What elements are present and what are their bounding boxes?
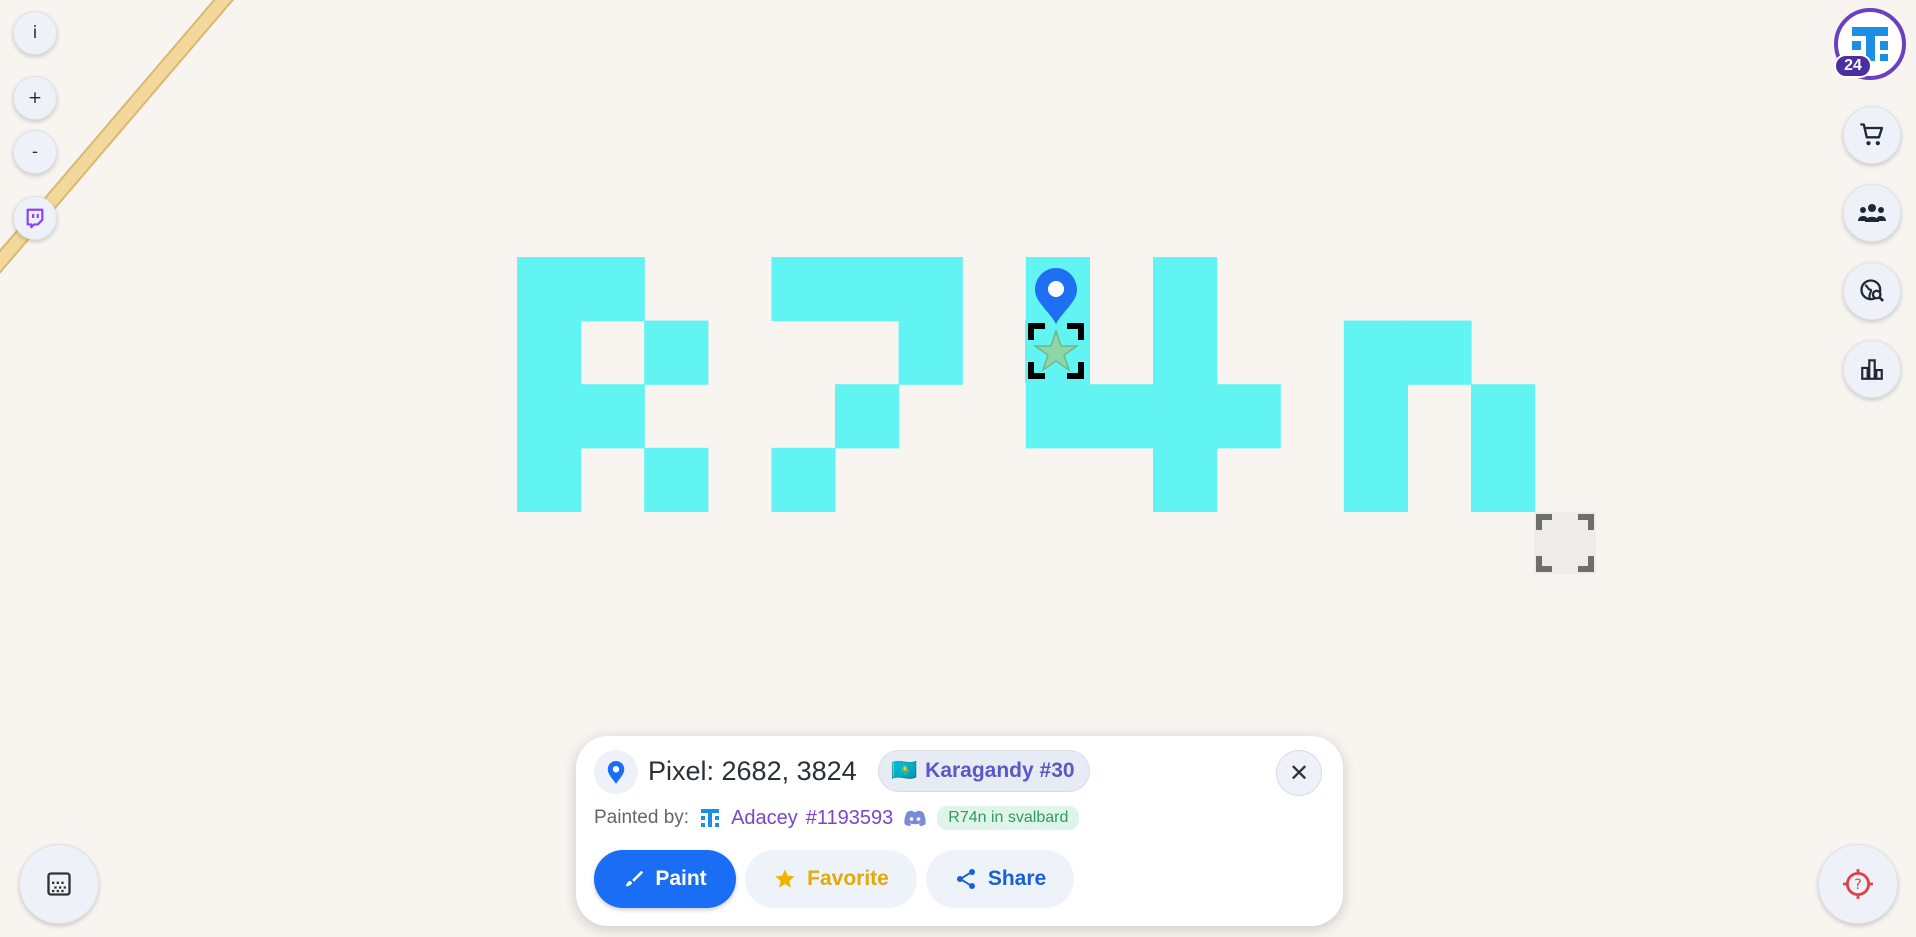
close-icon: ✕ [1288,759,1310,787]
painted-pixel [835,257,900,322]
painter-name[interactable]: Adacey [731,807,798,830]
painted-pixel [1471,384,1536,449]
templates-button[interactable] [19,844,99,924]
painted-pixel [1343,320,1408,385]
painted-pixel [517,447,582,512]
painted-pixel [517,320,582,385]
map-pin-icon [607,761,625,784]
bar-chart-icon [1861,359,1883,380]
painted-pixel [644,447,709,512]
level-badge: 24 [1834,54,1872,78]
painted-pixel [1153,447,1218,512]
favorite-button[interactable]: Favorite [745,850,917,908]
close-button[interactable]: ✕ [1276,750,1322,796]
group-icon [1858,204,1886,222]
painted-pixel [1089,384,1154,449]
alliance-button[interactable] [1843,184,1901,242]
painted-pixel [1216,384,1281,449]
painted-pixel [1471,447,1536,512]
selected-pixel-marker [1025,320,1088,383]
painter-id: #1193593 [805,806,894,829]
cart-icon [1860,123,1884,146]
discord-icon [904,810,926,826]
region-badge[interactable]: 🇰🇿 Karagandy #30 [878,750,1090,792]
zoom-out-label: - [31,142,39,162]
painted-pixel [1343,384,1408,449]
painted-pixel [1407,320,1472,385]
template-icon [47,872,71,896]
painted-pixel [1153,320,1218,385]
painted-pixel [771,447,836,512]
painted-by-row: Painted by: Adacey #1193593 R74n in sval… [594,803,1080,833]
brush-icon [626,870,644,887]
painted-pixel [517,384,582,449]
svg-text:?: ? [1854,877,1862,893]
painted-pixel [644,320,709,385]
painted-by-label: Painted by: [594,807,690,828]
paint-label: Paint [655,867,707,890]
painted-pixel [1153,384,1218,449]
painted-pixel [1343,447,1408,512]
share-icon [956,869,975,889]
share-label: Share [987,867,1047,890]
favorite-label: Favorite [807,867,889,890]
pixel-artwork [517,257,1536,512]
user-pixel-icon [701,809,720,827]
pixel-location-button[interactable] [594,750,638,794]
locate-button[interactable]: ? [1818,844,1898,924]
alliance-tag: R74n in svalbard [937,806,1080,830]
info-label: i [32,23,38,43]
paint-button[interactable]: Paint [594,850,736,908]
zoom-in-button[interactable]: + [13,76,57,120]
hover-cursor [1534,512,1596,574]
painted-pixel [898,320,963,385]
region-flag-icon: 🇰🇿 [891,759,918,782]
twitch-button[interactable] [13,196,57,240]
pixel-info-panel: Pixel: 2682, 3824 🇰🇿 Karagandy #30 ✕ Pai… [576,736,1343,926]
explore-button[interactable] [1843,262,1901,320]
painted-pixel [1153,257,1218,322]
region-label: Karagandy #30 [925,759,1075,782]
zoom-out-button[interactable]: - [13,130,57,174]
painted-pixel [835,384,900,449]
painted-pixel [1025,384,1090,449]
globe-search-icon [1860,279,1884,302]
share-button[interactable]: Share [926,850,1074,908]
painted-pixel [771,257,836,322]
crosshair-icon: ? [1843,869,1873,899]
twitch-icon [26,208,44,229]
painted-pixel [580,257,645,322]
painted-pixel [580,384,645,449]
painted-pixel [898,257,963,322]
leaderboard-button[interactable] [1843,340,1901,398]
store-button[interactable] [1843,106,1901,164]
painted-pixel [517,257,582,322]
pixel-coordinates: Pixel: 2682, 3824 [648,756,857,786]
zoom-in-label: + [27,88,43,108]
star-icon [775,869,795,888]
info-button[interactable]: i [13,11,57,55]
